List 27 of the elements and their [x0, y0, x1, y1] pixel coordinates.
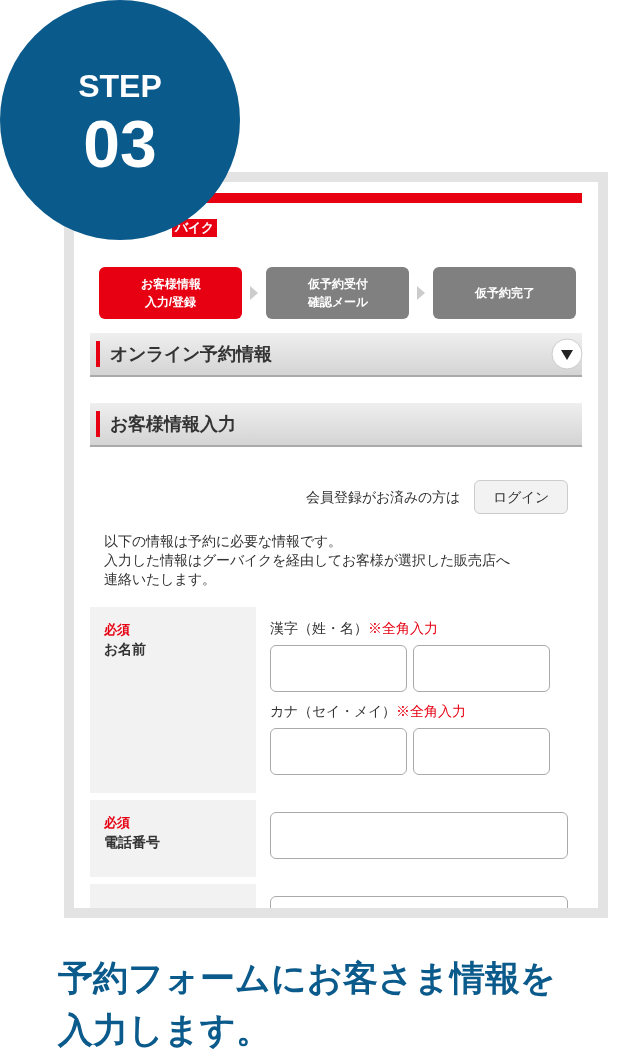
subfield-label: 漢字（姓・名）	[270, 619, 368, 637]
input-field[interactable]	[270, 645, 407, 692]
login-prompt: 会員登録がお済みの方は	[306, 487, 460, 507]
input-note: ※全角入力	[396, 702, 466, 720]
subfield-label: カナ（セイ・メイ）	[270, 702, 396, 720]
section-title: お客様情報入力	[110, 412, 237, 436]
input-field[interactable]	[413, 645, 550, 692]
required-mark: 必須	[104, 814, 131, 832]
field-label: お名前	[104, 640, 147, 659]
expand-icon	[551, 338, 583, 370]
input-field[interactable]	[270, 728, 407, 775]
required-mark: 必須	[104, 621, 131, 639]
chevron-right-icon	[250, 286, 258, 300]
field-label: 電話番号	[104, 833, 161, 852]
chevron-right-icon	[417, 286, 425, 300]
input-field[interactable]	[270, 812, 568, 859]
logo-badge: バイク	[172, 219, 217, 237]
login-button[interactable]: ログイン	[474, 480, 568, 514]
caption-text: 予約フォームにお客さま情報を	[58, 957, 557, 999]
section-title: オンライン予約情報	[110, 342, 273, 366]
intro-text: 以下の情報は予約に必要な情報です。 入力した情報はグーバイクを経由してお客様が選択した販売店へ 連絡いたします。	[104, 532, 511, 589]
input-field[interactable]	[413, 728, 550, 775]
step-label: STEP	[78, 68, 162, 104]
section-header[interactable]: オンライン予約情報	[90, 333, 582, 377]
caption-text: 入力します。	[58, 1009, 272, 1051]
step-number: 03	[83, 106, 157, 183]
input-note: ※全角入力	[368, 619, 438, 637]
